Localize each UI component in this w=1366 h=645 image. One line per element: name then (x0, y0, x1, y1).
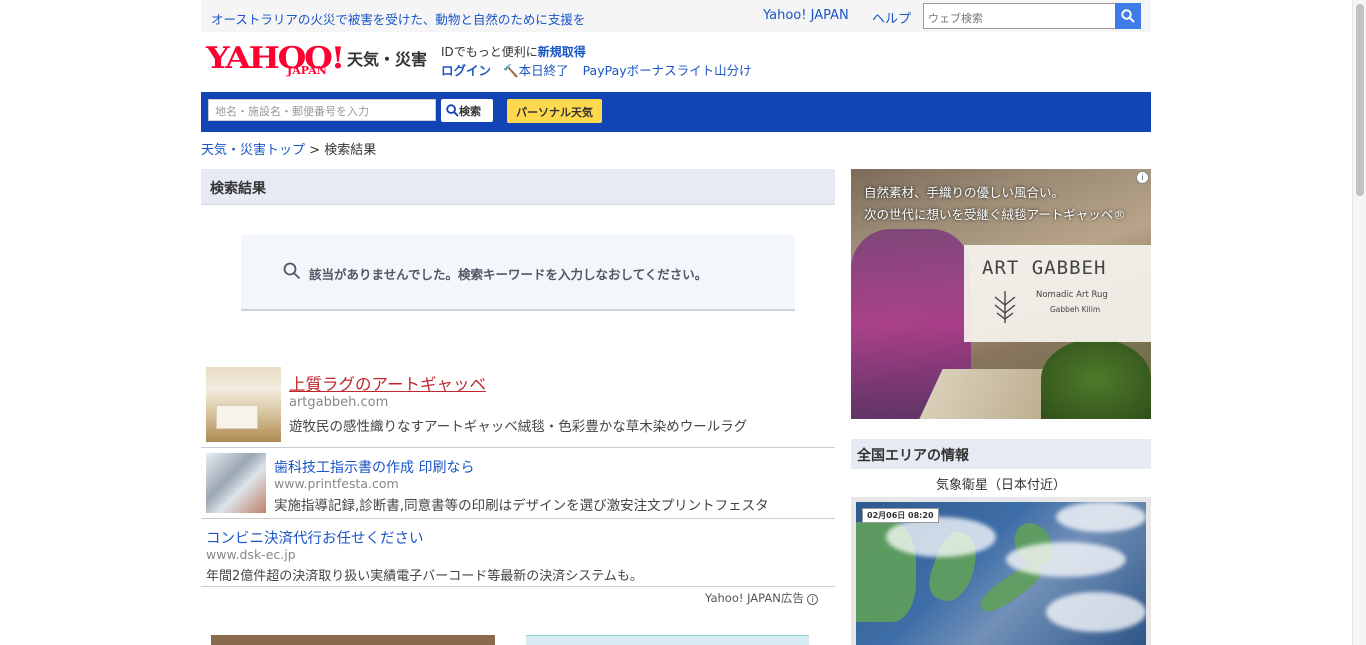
ad-url: www.dsk-ec.jp (206, 547, 296, 562)
login-link[interactable]: ログイン (441, 63, 491, 78)
ad-title-link[interactable]: コンビニ決済代行お任せください (206, 527, 424, 548)
donation-promo-link[interactable]: オーストラリアの火災で被害を受けた、動物と自然のために支援を (211, 9, 585, 28)
satellite-timestamp: 02月06日 08:20 (862, 508, 939, 523)
location-search-button[interactable]: 検索 (441, 99, 493, 122)
search-icon (283, 262, 301, 280)
ad-title-link[interactable]: 上質ラグのアートギャッベ (289, 371, 486, 395)
ad-thumbnail[interactable] (206, 453, 266, 513)
map-cloud (1056, 502, 1146, 532)
map-cloud (1006, 542, 1126, 577)
ad-url: artgabbeh.com (289, 395, 389, 410)
ad-description: 実施指導記録,診断書,同意書等の印刷はデザインを選び激安注文プリントフェスタ (274, 498, 769, 514)
banner-copy-line2: 次の世代に想いを受継ぐ絨毯アートギャッベ® (864, 207, 1126, 222)
service-name[interactable]: 天気・災害 (347, 46, 427, 70)
yahoo-logo-japan: JAPAN (287, 64, 327, 77)
ad-title-link[interactable]: 歯科技工指示書の作成 印刷なら (274, 457, 474, 477)
personal-weather-button[interactable]: パーソナル天気 (507, 99, 602, 123)
id-promo-text: IDでもっと便利に (441, 45, 538, 59)
ad-description: 遊牧民の感性織りなすアートギャッベ絨毯・色彩豊かな草木染めウールラグ (289, 419, 748, 435)
ad-thumbnail[interactable] (206, 367, 281, 442)
id-promo: IDでもっと便利に新規取得 (441, 43, 586, 60)
banner-sub1: Nomadic Art Rug (1036, 290, 1108, 300)
banner-brand: ART GABBEH (982, 257, 1107, 279)
ad-image[interactable] (526, 635, 809, 645)
login-row: ログイン 🔨本日終了 PayPayボーナスライト山分け (441, 60, 752, 79)
location-search-band: 地名・施設名・郵便番号を入力 検索 パーソナル天気 (201, 92, 1151, 132)
map-cloud (1046, 592, 1146, 632)
web-search-button[interactable] (1115, 3, 1141, 29)
breadcrumb-current: 検索結果 (324, 143, 377, 158)
ad-image[interactable] (211, 635, 495, 645)
auction-gavel-icon: 🔨 (503, 63, 519, 78)
info-icon[interactable]: i (806, 594, 818, 605)
web-search-input[interactable]: ウェブ検索 (923, 3, 1116, 29)
no-result-box: 該当がありませんでした。検索キーワードを入力しなおしてください。 (241, 235, 795, 311)
scrollbar-thumb[interactable] (1356, 4, 1364, 196)
breadcrumb-separator: > (305, 143, 325, 158)
art-gabbeh-banner-ad[interactable]: 自然素材、手織りの優しい風合い。 次の世代に想いを受継ぐ絨毯アートギャッベ® A… (851, 169, 1151, 419)
today-end-link[interactable]: 本日終了 (519, 63, 569, 78)
map-cloud (886, 517, 996, 557)
help-link[interactable]: ヘルプ (872, 8, 911, 27)
top-bar: オーストラリアの火災で被害を受けた、動物と自然のために支援を Yahoo! JA… (201, 0, 1151, 32)
ad-description: 年間2億件超の決済取り扱い実績電子バーコード等最新の決済システムも。 (206, 569, 643, 584)
satellite-image-box[interactable]: 02月06日 08:20 (851, 497, 1151, 645)
ad-info-icon[interactable]: i (1136, 171, 1149, 184)
no-result-message: 該当がありませんでした。検索キーワードを入力しなおしてください。 (309, 267, 708, 282)
ad-item[interactable]: コンビニ決済代行お任せください www.dsk-ec.jp 年間2億件超の決済取… (201, 519, 835, 587)
tree-logo-icon (994, 291, 1016, 323)
ad-credit[interactable]: Yahoo! JAPAN広告 i (705, 590, 818, 606)
ad-credit-label: Yahoo! JAPAN広告 (705, 591, 804, 605)
banner-copy-line1: 自然素材、手織りの優しい風合い。 (864, 185, 1065, 200)
ad-item[interactable]: 歯科技工指示書の作成 印刷なら www.printfesta.com 実施指導記… (201, 448, 835, 519)
ad-item[interactable]: 上質ラグのアートギャッベ artgabbeh.com 遊牧民の感性織りなすアート… (201, 365, 835, 448)
banner-brand-card: ART GABBEH Nomadic Art Rug Gabbeh Kilim (964, 245, 1151, 342)
breadcrumb-top-link[interactable]: 天気・災害トップ (201, 143, 305, 158)
location-search-input[interactable]: 地名・施設名・郵便番号を入力 (208, 99, 436, 121)
yahoo-japan-link[interactable]: Yahoo! JAPAN (763, 8, 849, 23)
location-search-label: 検索 (459, 105, 481, 118)
satellite-label[interactable]: 気象衛星（日本付近） (851, 474, 1151, 493)
breadcrumb: 天気・災害トップ > 検索結果 (201, 139, 376, 158)
ad-url: www.printfesta.com (274, 476, 399, 491)
banner-photo-wool (1041, 339, 1151, 419)
signup-link[interactable]: 新規取得 (538, 45, 586, 59)
search-icon (446, 104, 459, 117)
banner-sub2: Gabbeh Kilim (1050, 305, 1101, 314)
paypay-link[interactable]: PayPayボーナスライト山分け (583, 63, 752, 78)
area-info-heading: 全国エリアの情報 (851, 439, 1151, 469)
page-scrollbar[interactable] (1352, 0, 1366, 645)
satellite-map[interactable]: 02月06日 08:20 (856, 502, 1146, 645)
results-heading: 検索結果 (201, 169, 835, 205)
search-icon (1121, 9, 1135, 23)
